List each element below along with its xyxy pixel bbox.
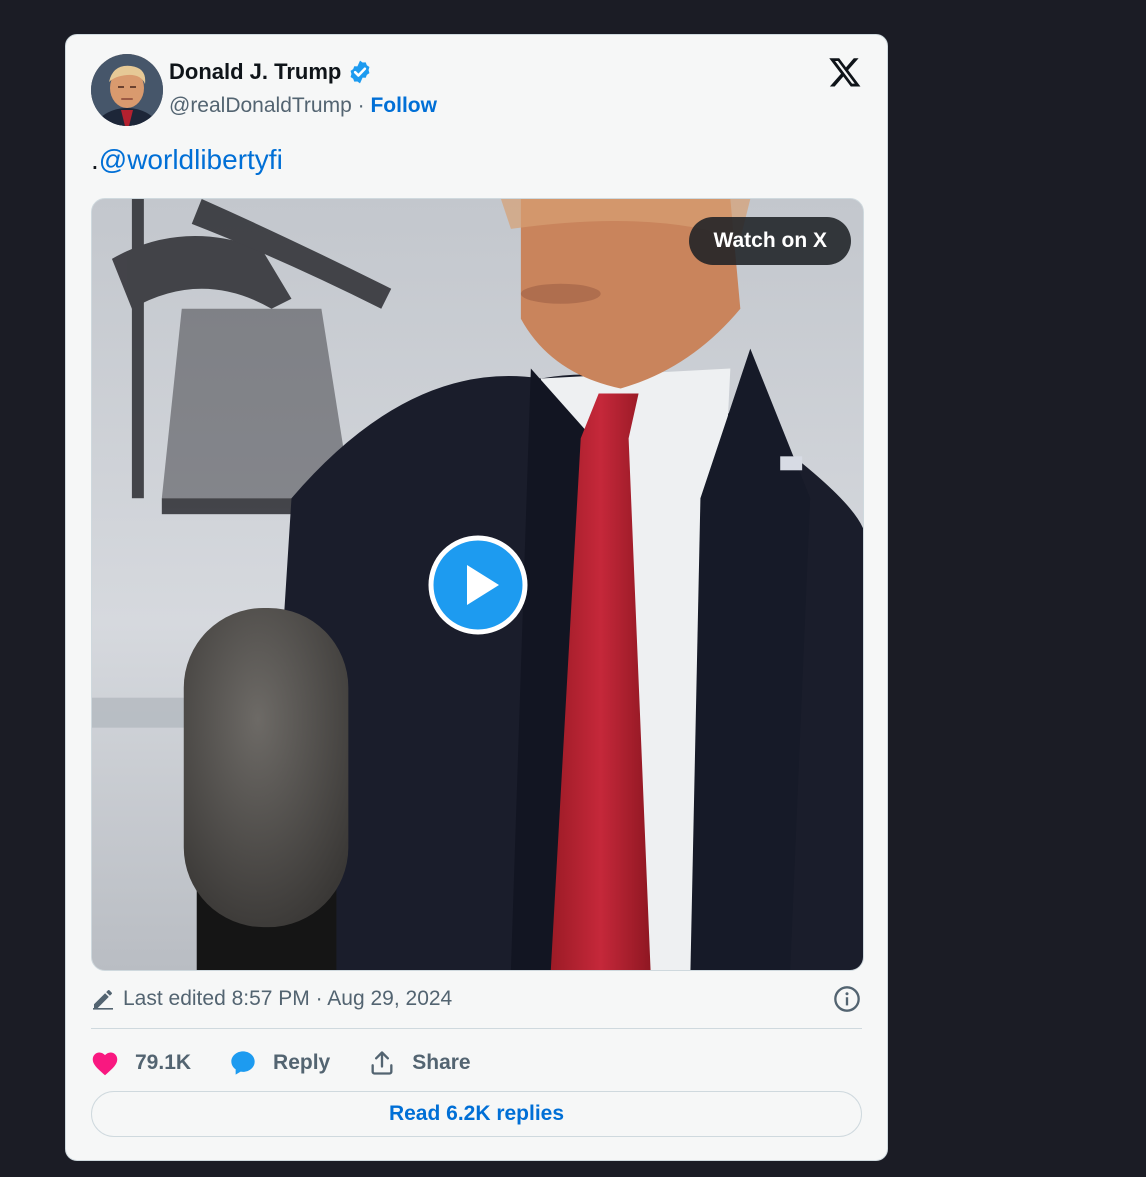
info-icon[interactable] [833,985,861,1013]
author-name[interactable]: Donald J. Trump [169,59,341,85]
heart-icon [92,1052,118,1076]
tweet-text-prefix: . [91,144,99,175]
share-label: Share [412,1051,471,1074]
like-button[interactable]: 79.1K [91,1050,191,1076]
follow-link[interactable]: Follow [370,94,437,117]
embedded-tweet-card: Donald J. Trump @realDonaldTrump · Follo… [65,34,888,1161]
mention-link[interactable]: @worldlibertyfi [99,144,283,175]
edited-timestamp[interactable]: Last edited 8:57 PM · Aug 29, 2024 [123,987,452,1011]
reply-button[interactable]: Reply [229,1049,330,1077]
reply-label: Reply [273,1051,331,1074]
share-button[interactable]: Share [368,1049,471,1077]
pencil-icon [93,990,113,1010]
handle-row: @realDonaldTrump · Follow [169,94,437,118]
divider [91,1028,862,1029]
read-replies-button[interactable]: Read 6.2K replies [91,1091,862,1137]
tweet-text: .@worldlibertyfi [91,144,283,176]
verified-badge-icon [350,60,370,84]
watch-on-x-button[interactable]: Watch on X [689,217,851,265]
x-logo-icon[interactable] [828,55,862,89]
avatar-portrait [91,54,163,126]
avatar[interactable] [91,54,163,126]
edited-timestamp-row: Last edited 8:57 PM · Aug 29, 2024 [91,987,452,1011]
like-count: 79.1K [135,1051,192,1074]
share-upload-icon [371,1051,393,1075]
author-name-row[interactable]: Donald J. Trump [169,59,373,85]
separator-dot: · [357,94,365,117]
video-media[interactable]: Watch on X [91,198,864,971]
chat-bubble-icon [231,1051,255,1075]
author-handle[interactable]: @realDonaldTrump [169,94,352,117]
action-bar: 79.1K Reply Share [91,1043,509,1083]
play-icon[interactable] [428,535,528,635]
